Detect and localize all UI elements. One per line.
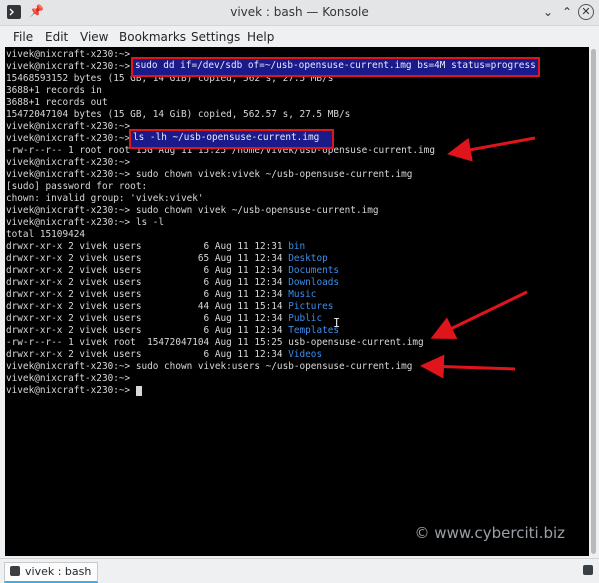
arrow-chown-command [420,354,516,379]
arrow-ls-output [447,136,536,162]
arrow-img-owner [430,290,528,339]
tab-vivek-bash[interactable]: vivek : bash [4,562,98,583]
annotation-arrows [420,136,536,379]
new-tab-icon[interactable] [583,565,593,575]
scrollbar[interactable] [589,47,599,556]
tab-label: vivek : bash [25,565,92,578]
tab-bar: vivek : bash [0,558,599,583]
scrollbar-thumb[interactable] [591,49,596,554]
terminal-tab-icon [10,566,20,576]
